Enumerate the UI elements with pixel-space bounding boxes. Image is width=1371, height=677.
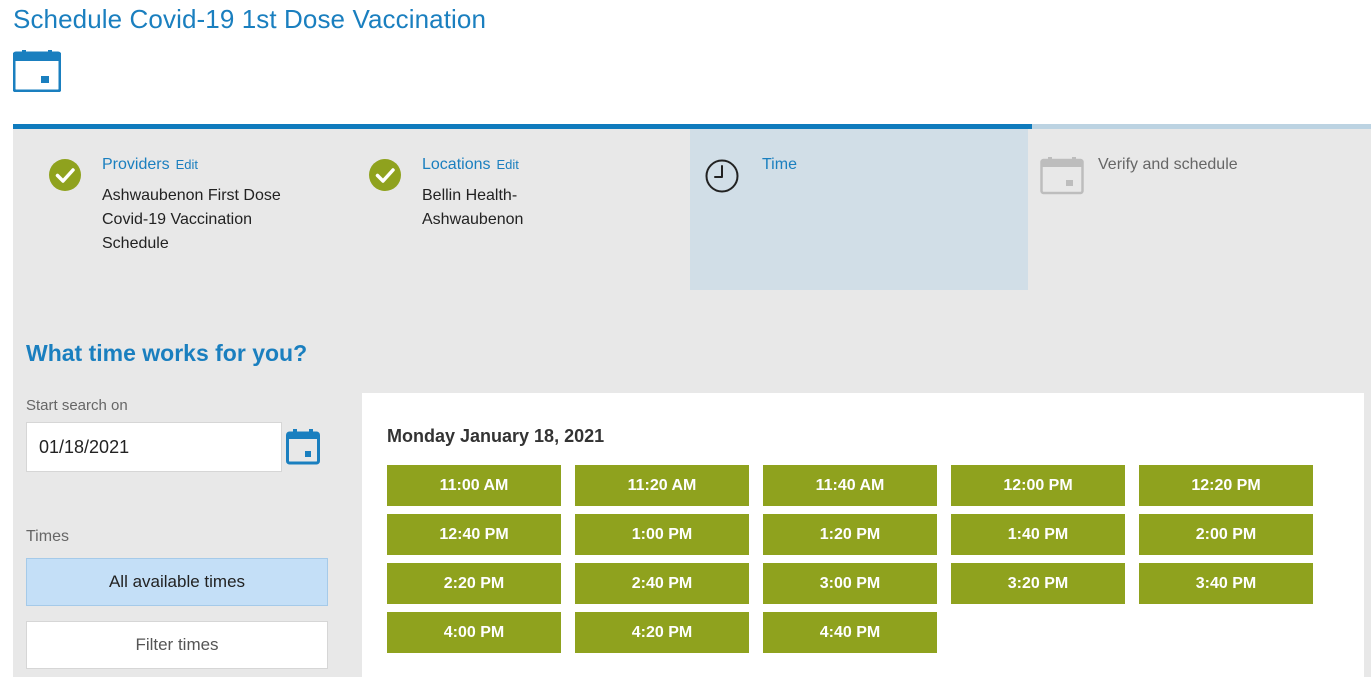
step-detail: Bellin Health-Ashwaubenon: [422, 187, 524, 228]
time-slot-button[interactable]: 4:40 PM: [763, 612, 937, 653]
step-verify: Verify and schedule: [1028, 129, 1371, 290]
section-heading: What time works for you?: [26, 340, 308, 366]
step-time: Time: [690, 129, 1028, 290]
time-slot-button[interactable]: 2:20 PM: [387, 563, 561, 604]
time-slot-button[interactable]: 1:20 PM: [763, 514, 937, 555]
calendar-icon: [1040, 157, 1084, 195]
time-slot-button[interactable]: 11:40 AM: [763, 465, 937, 506]
calendar-icon[interactable]: [286, 429, 320, 465]
time-slots-panel: Monday January 18, 2021 11:00 AM 11:20 AM…: [362, 393, 1364, 677]
time-slot-button[interactable]: 4:20 PM: [575, 612, 749, 653]
time-slot-button[interactable]: 1:40 PM: [951, 514, 1125, 555]
scheduling-panel: Providers Edit Ashwaubenon First Dose Cov…: [13, 129, 1371, 677]
step-title: Locations: [422, 156, 491, 173]
clock-icon: [705, 159, 739, 193]
start-date-input[interactable]: [26, 422, 282, 472]
time-slot-button[interactable]: 4:00 PM: [387, 612, 561, 653]
filter-times-button[interactable]: Filter times: [26, 621, 328, 669]
time-slot-button[interactable]: 12:20 PM: [1139, 465, 1313, 506]
all-times-button[interactable]: All available times: [26, 558, 328, 606]
edit-providers-link[interactable]: Edit: [176, 157, 198, 172]
times-label: Times: [26, 528, 69, 545]
time-slot-button[interactable]: 11:00 AM: [387, 465, 561, 506]
step-providers: Providers Edit Ashwaubenon First Dose Cov…: [13, 129, 351, 290]
step-title: Verify and schedule: [1098, 156, 1238, 173]
start-search-label: Start search on: [26, 397, 128, 414]
time-slot-button[interactable]: 3:20 PM: [951, 563, 1125, 604]
time-slot-button[interactable]: 2:40 PM: [575, 563, 749, 604]
time-slot-button[interactable]: 3:40 PM: [1139, 563, 1313, 604]
time-slot-button[interactable]: 12:40 PM: [387, 514, 561, 555]
page-title: Schedule Covid-19 1st Dose Vaccination: [13, 4, 487, 34]
day-heading: Monday January 18, 2021: [387, 426, 605, 446]
time-slot-button[interactable]: 1:00 PM: [575, 514, 749, 555]
time-slot-button[interactable]: 2:00 PM: [1139, 514, 1313, 555]
calendar-icon: [13, 50, 61, 92]
step-title: Providers: [102, 156, 170, 173]
check-circle-icon: [49, 159, 81, 191]
step-title: Time: [762, 156, 797, 173]
time-slot-button[interactable]: 12:00 PM: [951, 465, 1125, 506]
step-detail: Ashwaubenon First Dose Covid-19 Vaccinat…: [102, 187, 281, 252]
edit-locations-link[interactable]: Edit: [497, 157, 519, 172]
time-slot-button[interactable]: 3:00 PM: [763, 563, 937, 604]
slot-grid: 11:00 AM 11:20 AM 11:40 AM 12:00 PM 12:20 PM…: [387, 465, 1317, 653]
step-locations: Locations Edit Bellin Health-Ashwaubenon: [351, 129, 690, 290]
time-slot-button[interactable]: 11:20 AM: [575, 465, 749, 506]
check-circle-icon: [369, 159, 401, 191]
